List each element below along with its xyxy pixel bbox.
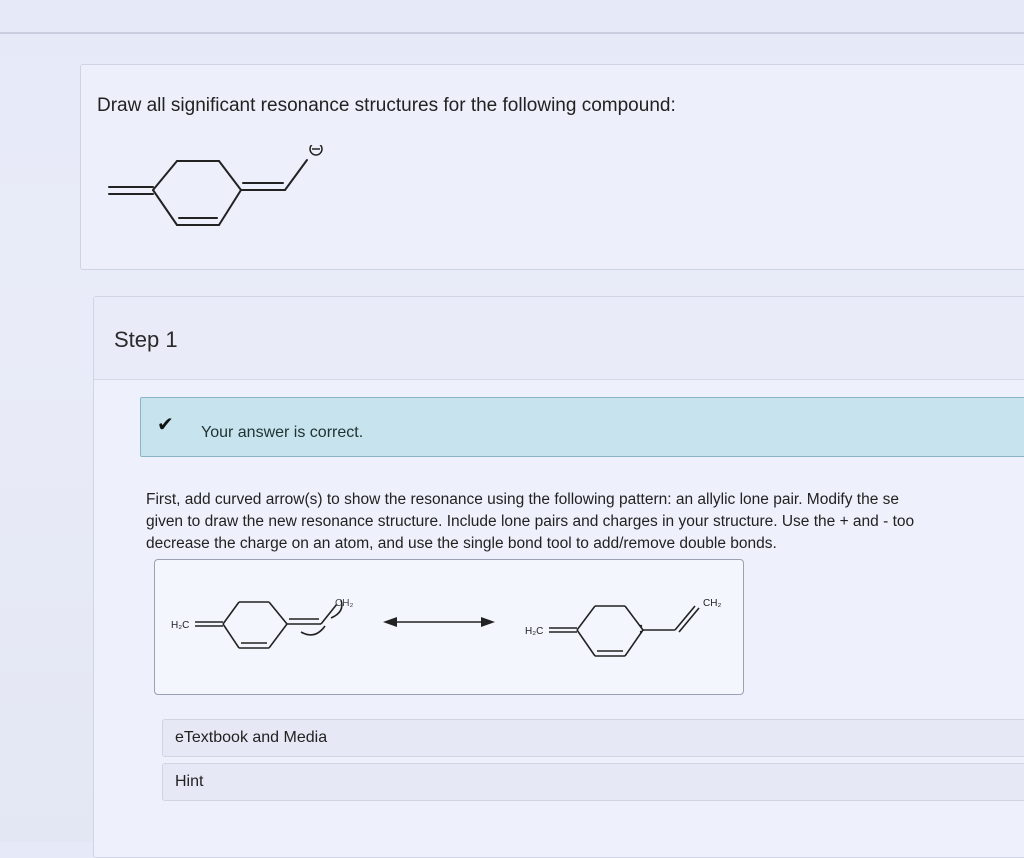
compound-structure bbox=[108, 145, 323, 226]
etextbook-media-label: eTextbook and Media bbox=[175, 729, 328, 746]
step-title: Step 1 bbox=[114, 327, 178, 352]
instructions: First, add curved arrow(s) to show the r… bbox=[146, 489, 1024, 555]
resonance-drawing: H₂C CH₂ H₂C CH₂ bbox=[171, 598, 721, 657]
hint-label: Hint bbox=[175, 773, 204, 790]
instructions-line-1: First, add curved arrow(s) to show the r… bbox=[146, 491, 899, 508]
step-card: Step 1 ✔ Your answer is correct. First, … bbox=[93, 296, 1024, 858]
step-header[interactable]: Step 1 bbox=[94, 297, 1024, 380]
resonance-arrow bbox=[383, 617, 495, 627]
right-h2c-label: H₂C bbox=[525, 626, 543, 637]
left-h2c-label: H₂C bbox=[171, 620, 189, 631]
question-prompt: Draw all significant resonance structure… bbox=[97, 95, 676, 116]
top-divider bbox=[0, 32, 1024, 34]
etextbook-media-link[interactable]: eTextbook and Media bbox=[162, 719, 1024, 757]
instructions-line-3: decrease the charge on an atom, and use … bbox=[146, 535, 777, 552]
left-structure bbox=[195, 599, 343, 649]
instructions-line-2: given to draw the new resonance structur… bbox=[146, 513, 915, 530]
left-anion-label: CH₂ bbox=[335, 598, 353, 609]
right-terminal-label: CH₂ bbox=[703, 598, 721, 609]
question-card: Draw all significant resonance structure… bbox=[80, 64, 1024, 270]
hint-link[interactable]: Hint bbox=[162, 763, 1024, 801]
negative-charge-icon bbox=[309, 145, 323, 156]
correct-banner: ✔ Your answer is correct. bbox=[140, 397, 1024, 457]
right-structure bbox=[549, 605, 700, 657]
answer-drawing-area[interactable]: H₂C CH₂ H₂C CH₂ bbox=[154, 559, 744, 695]
correct-status-text: Your answer is correct. bbox=[201, 424, 364, 441]
check-icon: ✔ bbox=[157, 414, 174, 436]
